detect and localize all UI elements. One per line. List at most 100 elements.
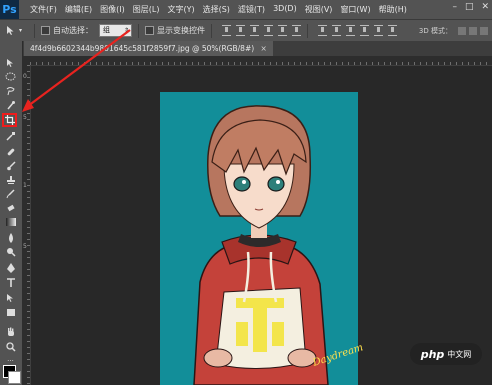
eraser-tool[interactable] xyxy=(3,201,18,214)
watermark-text: 中文网 xyxy=(447,349,472,359)
menu-select[interactable]: 选择(S) xyxy=(199,4,234,15)
menu-filter[interactable]: 滤镜(T) xyxy=(234,4,269,15)
brush-icon xyxy=(6,160,16,170)
clone-stamp-tool[interactable] xyxy=(3,173,18,186)
ellipsis-icon: ··· xyxy=(7,356,14,365)
crop-tool[interactable] xyxy=(2,113,17,127)
divider xyxy=(34,23,35,38)
3d-mode-icons xyxy=(458,26,488,35)
divider xyxy=(307,23,308,38)
document-tab-bar: 4f4d9b6602344b9801645c581f2859f7.jpg @ 5… xyxy=(22,41,492,56)
align-right-icon[interactable] xyxy=(292,25,301,36)
align-buttons xyxy=(222,25,301,36)
3d-rotate-icon[interactable] xyxy=(458,26,466,35)
menu-file[interactable]: 文件(F) xyxy=(26,4,61,15)
auto-select-label: 自动选择： xyxy=(53,26,93,35)
menu-layer[interactable]: 图层(L) xyxy=(129,4,164,15)
ruler-horizontal xyxy=(30,56,492,66)
menu-items: 文件(F) 编辑(E) 图像(I) 图层(L) 文字(Y) 选择(S) 滤镜(T… xyxy=(26,4,411,15)
background-color-swatch[interactable] xyxy=(8,371,21,384)
dodge-icon xyxy=(6,247,16,257)
align-bottom-icon[interactable] xyxy=(250,25,259,36)
close-tab-icon[interactable]: × xyxy=(261,44,267,53)
window-controls: – □ ✕ xyxy=(452,2,489,12)
distribute-left-icon[interactable] xyxy=(360,25,369,36)
path-selection-tool[interactable] xyxy=(3,291,18,304)
bandage-icon xyxy=(7,148,14,155)
menu-edit[interactable]: 编辑(E) xyxy=(61,4,96,15)
ruler-number: 5 xyxy=(23,114,27,121)
history-brush-tool[interactable] xyxy=(3,187,18,200)
distribute-bottom-icon[interactable] xyxy=(346,25,355,36)
ruler-number: 5 xyxy=(23,243,27,250)
menu-help[interactable]: 帮助(H) xyxy=(375,4,411,15)
tool-preset-picker[interactable]: ▾ xyxy=(0,25,28,36)
3d-pan-icon[interactable] xyxy=(480,26,488,35)
zoom-tool[interactable] xyxy=(3,340,18,353)
menu-image[interactable]: 图像(I) xyxy=(96,4,129,15)
ruler-vertical: 0 5 1 5 xyxy=(22,65,31,385)
distribute-buttons xyxy=(318,25,397,36)
healing-brush-tool[interactable] xyxy=(3,145,18,158)
document-canvas[interactable] xyxy=(160,92,358,385)
close-window-button[interactable]: ✕ xyxy=(481,2,489,12)
show-transform-label: 显示变换控件 xyxy=(157,26,205,35)
lasso-tool[interactable] xyxy=(3,84,18,97)
crop-icon xyxy=(4,115,15,125)
divider xyxy=(138,23,139,38)
rectangle-icon xyxy=(6,309,15,316)
menu-3d[interactable]: 3D(D) xyxy=(269,4,301,15)
marquee-icon xyxy=(5,72,16,81)
zoom-icon xyxy=(5,341,16,352)
distribute-top-icon[interactable] xyxy=(318,25,327,36)
3d-mode-label: 3D 模式： xyxy=(418,26,452,35)
lasso-icon xyxy=(6,86,15,95)
distribute-right-icon[interactable] xyxy=(388,25,397,36)
align-top-icon[interactable] xyxy=(222,25,231,36)
align-vcenter-icon[interactable] xyxy=(236,25,245,36)
menu-bar: Ps 文件(F) 编辑(E) 图像(I) 图层(L) 文字(Y) 选择(S) 滤… xyxy=(0,0,492,20)
pen-tool[interactable] xyxy=(3,261,18,274)
history-brush-icon xyxy=(6,188,15,198)
hand-tool[interactable] xyxy=(3,325,18,338)
brush-tool[interactable] xyxy=(3,159,18,172)
auto-select-value: 组 xyxy=(103,26,110,34)
gradient-tool[interactable] xyxy=(3,215,18,228)
auto-select-dropdown[interactable]: 组 ⇕ xyxy=(99,24,132,37)
anime-girl-illustration xyxy=(193,105,329,385)
path-select-icon xyxy=(6,293,13,302)
quick-select-icon xyxy=(6,100,15,109)
menu-view[interactable]: 视图(V) xyxy=(301,4,337,15)
dropdown-arrow-icon: ⇕ xyxy=(123,27,129,34)
move-tool[interactable] xyxy=(3,56,18,69)
gradient-icon xyxy=(5,217,16,226)
align-left-icon[interactable] xyxy=(264,25,273,36)
move-tool-icon xyxy=(6,26,14,35)
photoshop-logo: Ps xyxy=(0,0,19,19)
pen-icon xyxy=(6,262,15,273)
divider xyxy=(211,23,212,38)
watermark-brand: php xyxy=(420,347,445,361)
minimize-button[interactable]: – xyxy=(452,2,457,12)
menu-window[interactable]: 窗口(W) xyxy=(336,4,374,15)
toolbar: ··· xyxy=(0,41,23,385)
quick-select-tool[interactable] xyxy=(3,98,18,111)
document-tab[interactable]: 4f4d9b6602344b9801645c581f2859f7.jpg @ 5… xyxy=(24,41,273,56)
auto-select-checkbox[interactable] xyxy=(41,26,50,35)
eyedropper-icon xyxy=(5,131,15,141)
type-tool[interactable] xyxy=(3,276,18,289)
marquee-tool[interactable] xyxy=(3,70,18,83)
watermark: php 中文网 xyxy=(410,343,482,365)
dodge-tool[interactable] xyxy=(3,245,18,258)
document-tab-title: 4f4d9b6602344b9801645c581f2859f7.jpg @ 5… xyxy=(30,44,255,53)
distribute-hcenter-icon[interactable] xyxy=(374,25,383,36)
show-transform-checkbox[interactable] xyxy=(145,26,154,35)
distribute-vcenter-icon[interactable] xyxy=(332,25,341,36)
menu-type[interactable]: 文字(Y) xyxy=(163,4,198,15)
3d-roll-icon[interactable] xyxy=(469,26,477,35)
blur-tool[interactable] xyxy=(3,231,18,244)
restore-button[interactable]: □ xyxy=(465,2,474,12)
align-hcenter-icon[interactable] xyxy=(278,25,287,36)
shape-tool[interactable] xyxy=(3,306,18,319)
eyedropper-tool[interactable] xyxy=(3,129,18,142)
